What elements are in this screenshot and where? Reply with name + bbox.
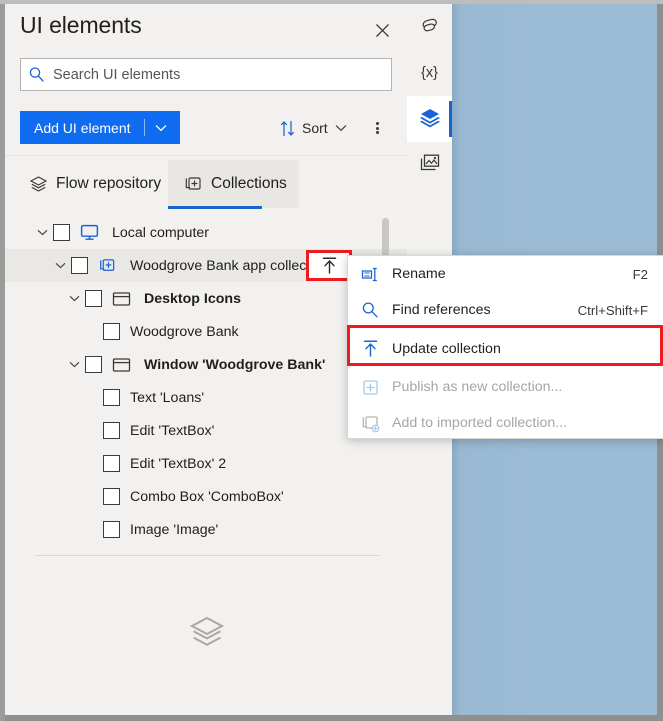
layers-icon bbox=[187, 612, 227, 652]
update-collection-button[interactable] bbox=[306, 250, 352, 281]
tree-row-checkbox[interactable] bbox=[71, 257, 88, 274]
tree-row-label: Combo Box 'ComboBox' bbox=[130, 488, 284, 505]
layers-icon bbox=[419, 106, 441, 133]
search-input[interactable] bbox=[51, 59, 391, 90]
window-edge-left bbox=[0, 0, 5, 721]
tree-row-local-computer[interactable]: Local computer bbox=[5, 216, 407, 249]
tree-row-label: Edit 'TextBox' 2 bbox=[130, 455, 227, 472]
dot bbox=[375, 126, 379, 130]
dot bbox=[375, 121, 379, 125]
tab-label: Collections bbox=[211, 175, 287, 192]
tree-row-label: Edit 'TextBox' bbox=[130, 422, 215, 439]
collection-add-icon bbox=[348, 405, 392, 441]
collection-add-icon bbox=[94, 256, 120, 276]
tree-row-label: Window 'Woodgrove Bank' bbox=[144, 356, 326, 373]
window-edge-top bbox=[0, 0, 663, 4]
layers-icon bbox=[25, 175, 51, 194]
page-title: UI elements bbox=[20, 12, 142, 38]
panel-header: UI elements bbox=[5, 4, 407, 46]
upload-arrow-icon bbox=[348, 331, 392, 367]
chevron-down-icon[interactable] bbox=[31, 223, 53, 243]
menu-item-label: Rename bbox=[392, 266, 446, 282]
more-vertical-icon[interactable] bbox=[365, 114, 389, 142]
window-icon bbox=[108, 289, 134, 309]
chevron-down-icon[interactable] bbox=[49, 256, 71, 276]
divider bbox=[35, 555, 380, 556]
context-menu: Rename F2 Find references Ctrl+Shift+F U… bbox=[347, 255, 663, 439]
add-ui-element-button[interactable]: Add UI element bbox=[20, 111, 180, 144]
rail-item-subflows[interactable] bbox=[407, 4, 452, 50]
chevron-down-icon[interactable] bbox=[328, 124, 354, 132]
variables-braces-icon: {x} bbox=[421, 65, 438, 81]
tree-row-combo-box[interactable]: Combo Box 'ComboBox' bbox=[5, 480, 407, 513]
tree-row-label: Image 'Image' bbox=[130, 521, 219, 538]
menu-item-shortcut: F2 bbox=[632, 266, 648, 282]
magnifier-icon bbox=[348, 292, 392, 328]
tab-flow-repository[interactable]: Flow repository bbox=[25, 160, 161, 208]
chevron-down-icon[interactable] bbox=[63, 355, 85, 375]
rename-icon bbox=[348, 256, 392, 292]
tree-row-label: Woodgrove Bank app collection bbox=[130, 257, 330, 274]
tree-row-checkbox[interactable] bbox=[53, 224, 70, 241]
tab-label: Flow repository bbox=[56, 175, 162, 192]
menu-item-label: Find references bbox=[392, 302, 491, 318]
menu-item-label: Update collection bbox=[392, 340, 501, 357]
monitor-icon bbox=[76, 223, 102, 243]
menu-item-publish-as-new-collection[interactable]: Publish as new collection... bbox=[348, 369, 663, 405]
tree-row-label: Local computer bbox=[112, 224, 209, 241]
menu-item-rename[interactable]: Rename F2 bbox=[348, 256, 663, 292]
search-icon bbox=[21, 59, 51, 90]
collection-add-icon bbox=[180, 175, 206, 194]
tree-row-image[interactable]: Image 'Image' bbox=[5, 513, 407, 546]
menu-item-shortcut: Ctrl+Shift+F bbox=[577, 302, 648, 318]
menu-item-label: Publish as new collection... bbox=[392, 379, 563, 395]
rail-item-images[interactable] bbox=[407, 142, 452, 188]
add-ui-element-label: Add UI element bbox=[34, 119, 131, 136]
chevron-down-icon[interactable] bbox=[63, 289, 85, 309]
search-box[interactable] bbox=[20, 58, 392, 91]
tree-row-label: Desktop Icons bbox=[144, 290, 241, 307]
tree-row-checkbox[interactable] bbox=[103, 389, 120, 406]
sort-arrows-icon bbox=[277, 120, 299, 137]
tree-row-checkbox[interactable] bbox=[85, 290, 102, 307]
tab-active-underline bbox=[168, 206, 262, 209]
menu-item-update-collection[interactable]: Update collection bbox=[348, 328, 663, 369]
rail-item-variables[interactable]: {x} bbox=[407, 50, 452, 96]
subflow-icon bbox=[419, 14, 441, 41]
tree-row-edit-textbox-2[interactable]: Edit 'TextBox' 2 bbox=[5, 447, 407, 480]
tree-row-checkbox[interactable] bbox=[103, 422, 120, 439]
menu-item-find-references[interactable]: Find references Ctrl+Shift+F bbox=[348, 292, 663, 328]
tree-row-checkbox[interactable] bbox=[103, 521, 120, 538]
tab-collections[interactable]: Collections bbox=[168, 160, 299, 208]
panel-tabs: Flow repository Collections bbox=[5, 160, 407, 209]
tree-scrollbar-thumb[interactable] bbox=[382, 218, 389, 260]
tree-row-label: Text 'Loans' bbox=[130, 389, 205, 406]
dot bbox=[375, 131, 379, 135]
menu-item-label: Add to imported collection... bbox=[392, 415, 568, 431]
images-icon bbox=[419, 153, 441, 178]
sort-control[interactable]: Sort bbox=[277, 114, 354, 142]
close-icon[interactable] bbox=[367, 16, 397, 44]
tree-row-checkbox[interactable] bbox=[103, 455, 120, 472]
tree-row-checkbox[interactable] bbox=[103, 323, 120, 340]
tree-row-checkbox[interactable] bbox=[85, 356, 102, 373]
tree-row-checkbox[interactable] bbox=[103, 488, 120, 505]
sort-label: Sort bbox=[302, 120, 328, 136]
screenshot-root: UI elements Add UI element bbox=[0, 0, 663, 721]
tree-row-label: Woodgrove Bank bbox=[130, 323, 239, 340]
chevron-down-icon[interactable] bbox=[145, 111, 177, 144]
rail-item-ui-elements[interactable] bbox=[407, 96, 452, 142]
menu-item-add-to-imported-collection[interactable]: Add to imported collection... bbox=[348, 405, 663, 441]
upload-arrow-icon bbox=[322, 257, 336, 274]
plus-box-icon bbox=[348, 369, 392, 405]
window-icon bbox=[108, 355, 134, 375]
window-edge-bottom bbox=[0, 715, 663, 721]
divider bbox=[5, 155, 407, 156]
